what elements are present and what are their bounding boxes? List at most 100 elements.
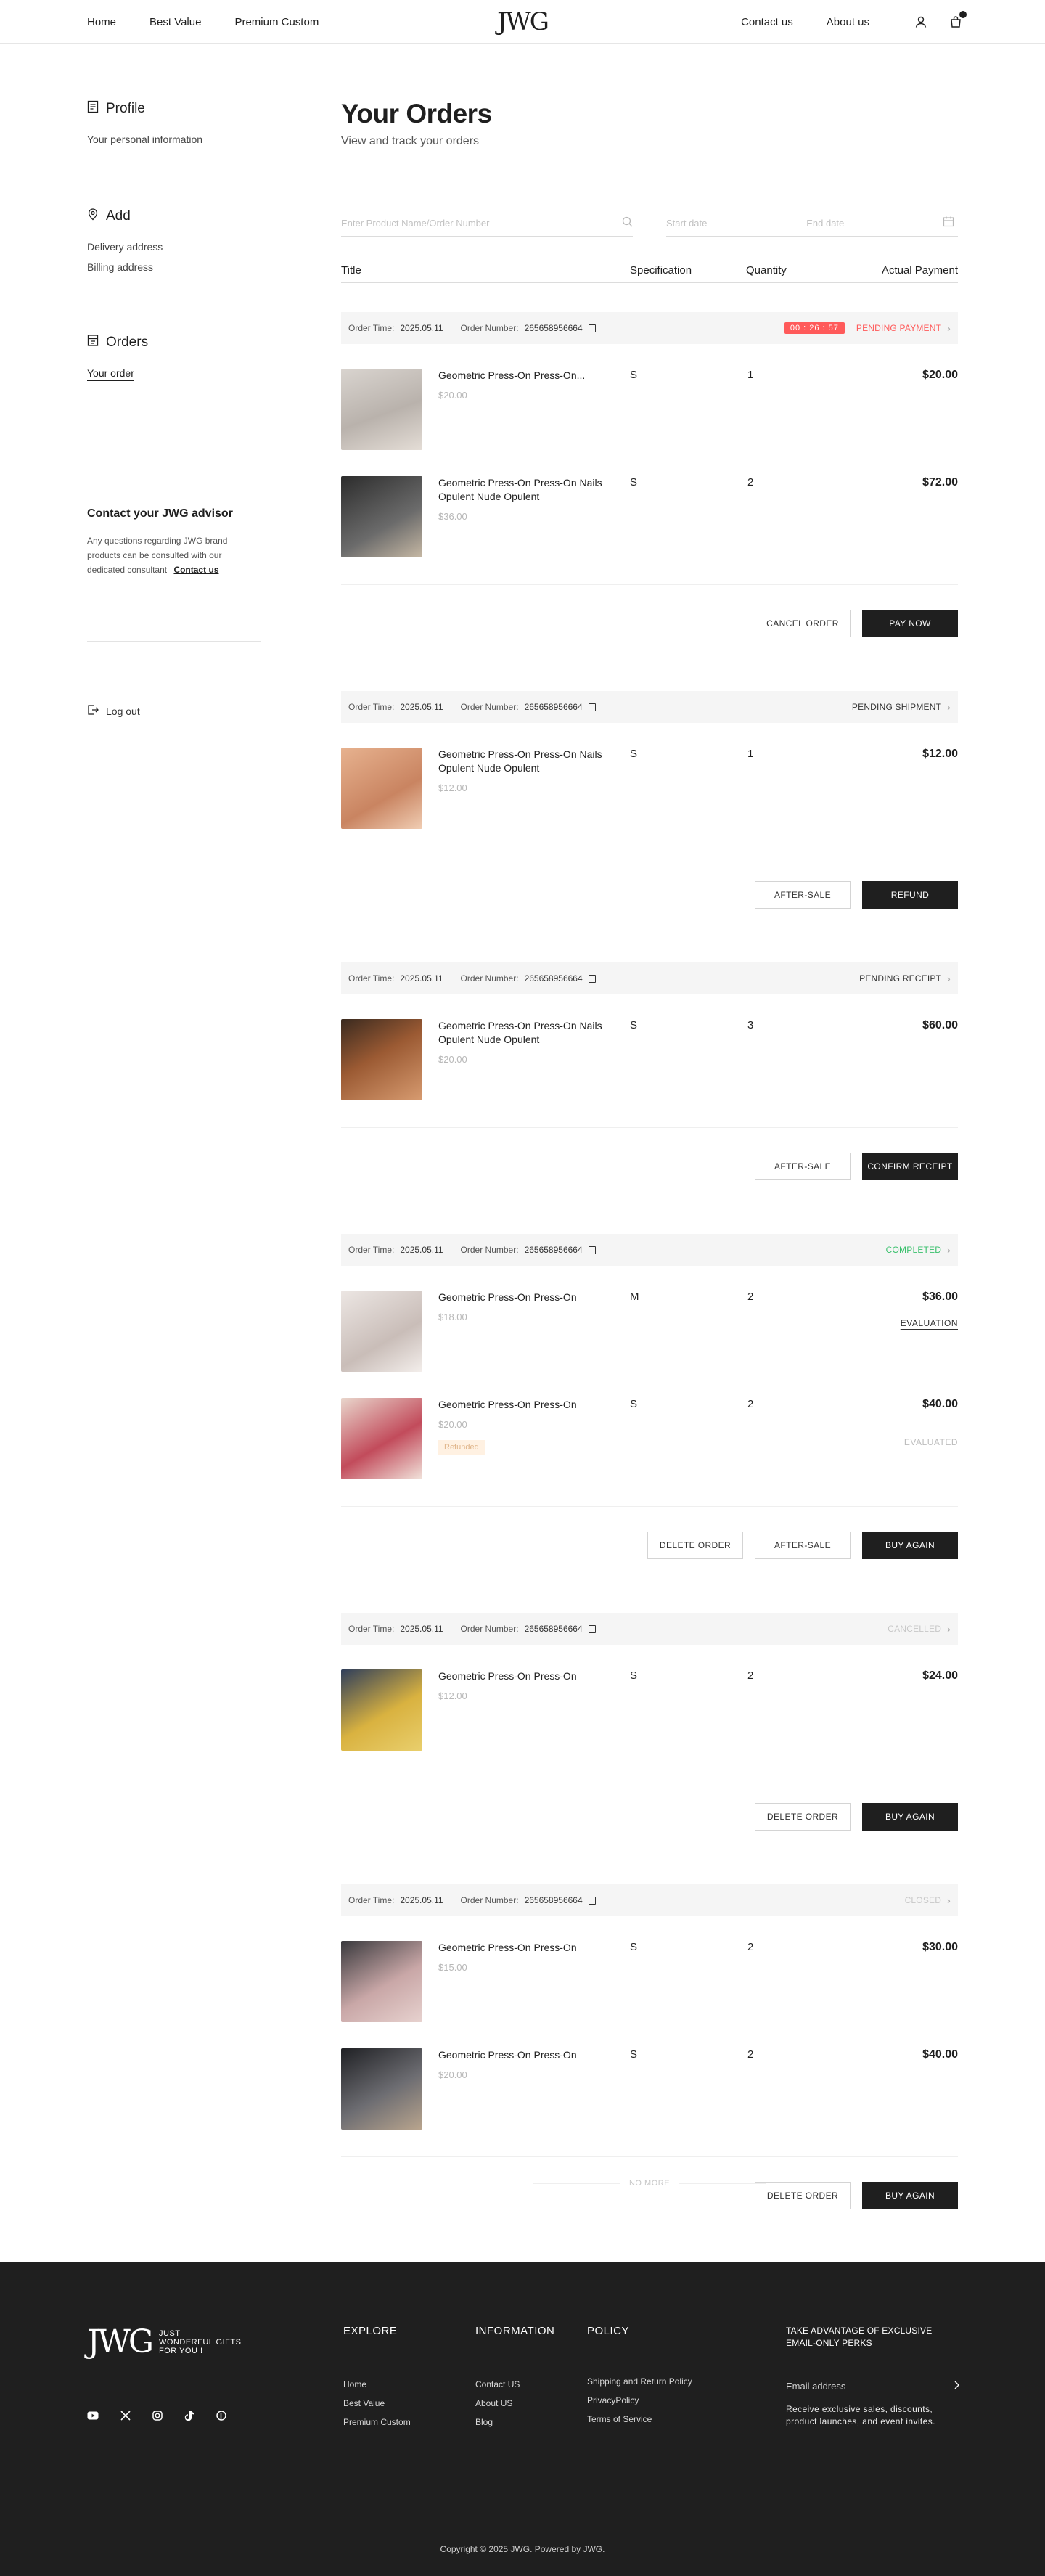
order-time: 2025.05.11 — [400, 1895, 443, 1905]
tiktok-icon[interactable] — [184, 2411, 194, 2424]
footer-link-best-value[interactable]: Best Value — [343, 2398, 411, 2408]
logout-button[interactable]: Log out — [87, 704, 261, 718]
product-name[interactable]: Geometric Press-On Press-On — [438, 1669, 630, 1683]
chevron-right-icon[interactable]: › — [947, 1244, 951, 1256]
product-image[interactable] — [341, 2048, 422, 2130]
order-status[interactable]: CANCELLED › — [888, 1623, 951, 1635]
order-number: 265658956664 — [524, 1624, 583, 1634]
instagram-icon[interactable] — [152, 2411, 163, 2424]
footer-link-premium-custom[interactable]: Premium Custom — [343, 2417, 411, 2427]
chevron-right-icon[interactable]: › — [947, 1894, 951, 1906]
product-name[interactable]: Geometric Press-On Press-On Nails Opulen… — [438, 1019, 630, 1047]
sidebar-billing-address[interactable]: Billing address — [87, 261, 261, 273]
product-unit-price: $18.00 — [438, 1312, 467, 1322]
footer-link-contact[interactable]: Contact US — [475, 2379, 554, 2389]
newsletter-email-field[interactable]: Email address — [786, 2376, 960, 2397]
product-name[interactable]: Geometric Press-On Press-On — [438, 2048, 630, 2062]
delete-order-button[interactable]: DELETE ORDER — [755, 1803, 851, 1831]
footer-link-about[interactable]: About US — [475, 2398, 554, 2408]
chevron-right-icon[interactable]: › — [947, 701, 951, 713]
add-heading[interactable]: Add — [87, 208, 261, 225]
start-date-input[interactable] — [666, 218, 790, 229]
product-name[interactable]: Geometric Press-On Press-On — [438, 1291, 630, 1304]
confirm-receipt-button[interactable]: CONFIRM RECEIPT — [862, 1153, 958, 1180]
product-image[interactable] — [341, 1669, 422, 1751]
footer-link-privacy[interactable]: PrivacyPolicy — [587, 2395, 692, 2405]
advisor-contact-link[interactable]: Contact us — [173, 565, 218, 575]
order-status[interactable]: COMPLETED › — [886, 1244, 951, 1256]
product-name[interactable]: Geometric Press-On Press-On Nails Opulen… — [438, 476, 630, 504]
order-status[interactable]: 00 : 26 : 57 PENDING PAYMENT › — [784, 322, 951, 334]
order-number-group: Order Number: 265658956664 — [461, 1245, 596, 1255]
footer-link-terms[interactable]: Terms of Service — [587, 2414, 692, 2424]
chevron-right-icon[interactable]: › — [947, 1623, 951, 1635]
product-name[interactable]: Geometric Press-On Press-On Nails Opulen… — [438, 748, 630, 775]
pinterest-icon[interactable] — [216, 2411, 226, 2424]
product-image[interactable] — [341, 1398, 422, 1479]
logout-label: Log out — [106, 705, 140, 717]
product-image[interactable] — [341, 476, 422, 557]
nav-premium-custom[interactable]: Premium Custom — [234, 16, 319, 28]
cart-icon[interactable] — [948, 11, 967, 30]
product-image[interactable] — [341, 369, 422, 450]
footer-link-shipping[interactable]: Shipping and Return Policy — [587, 2376, 692, 2387]
orders-heading[interactable]: Orders — [87, 334, 261, 351]
product-unit-price: $12.00 — [438, 782, 467, 793]
after-sale-button[interactable]: AFTER-SALE — [755, 1532, 851, 1559]
delete-order-button[interactable]: DELETE ORDER — [647, 1532, 743, 1559]
after-sale-button[interactable]: AFTER-SALE — [755, 881, 851, 909]
order-number-label: Order Number: — [460, 1245, 519, 1255]
search-icon[interactable] — [622, 216, 633, 231]
sidebar-delivery-address[interactable]: Delivery address — [87, 241, 261, 253]
copy-icon[interactable] — [588, 974, 596, 983]
date-separator: – — [795, 218, 801, 229]
order-status[interactable]: PENDING SHIPMENT › — [852, 701, 951, 713]
product-name[interactable]: Geometric Press-On Press-On — [438, 1941, 630, 1955]
order-header: Order Time: 2025.05.11 Order Number: 265… — [341, 1234, 958, 1266]
footer-link-blog[interactable]: Blog — [475, 2417, 554, 2427]
copy-icon[interactable] — [588, 324, 596, 332]
sidebar-your-order[interactable]: Your order — [87, 367, 134, 379]
nav-about-us[interactable]: About us — [827, 16, 869, 28]
cancel-order-button[interactable]: CANCEL ORDER — [755, 610, 851, 637]
profile-heading[interactable]: Profile — [87, 100, 261, 118]
order-status[interactable]: PENDING RECEIPT › — [859, 973, 951, 984]
after-sale-button[interactable]: AFTER-SALE — [755, 1153, 851, 1180]
search-input[interactable] — [341, 218, 622, 229]
nav-home[interactable]: Home — [87, 16, 116, 28]
copy-icon[interactable] — [588, 1246, 596, 1254]
refund-button[interactable]: REFUND — [862, 881, 958, 909]
copy-icon[interactable] — [588, 1896, 596, 1905]
profile-subtitle[interactable]: Your personal information — [87, 134, 261, 145]
nav-best-value[interactable]: Best Value — [149, 16, 201, 28]
pay-now-button[interactable]: PAY NOW — [862, 610, 958, 637]
end-date-input[interactable] — [806, 218, 938, 229]
calendar-icon[interactable] — [943, 216, 954, 231]
order-actions: DELETE ORDER AFTER-SALE BUY AGAIN — [341, 1507, 958, 1584]
product-name[interactable]: Geometric Press-On Press-On... — [438, 369, 630, 383]
user-icon[interactable] — [913, 14, 929, 30]
arrow-right-icon[interactable] — [953, 2381, 960, 2392]
youtube-icon[interactable] — [87, 2411, 99, 2424]
footer-link-home[interactable]: Home — [343, 2379, 411, 2389]
buy-again-button[interactable]: BUY AGAIN — [862, 1803, 958, 1831]
product-image[interactable] — [341, 748, 422, 829]
product-name[interactable]: Geometric Press-On Press-On — [438, 1398, 630, 1412]
product-image[interactable] — [341, 1941, 422, 2022]
product-quantity: 2 — [747, 1669, 754, 1682]
buy-again-button[interactable]: BUY AGAIN — [862, 1532, 958, 1559]
copy-icon[interactable] — [588, 703, 596, 711]
x-twitter-icon[interactable] — [120, 2411, 131, 2424]
evaluation-link[interactable]: EVALUATION — [901, 1318, 958, 1328]
product-image[interactable] — [341, 1291, 422, 1372]
chevron-right-icon[interactable]: › — [947, 973, 951, 984]
chevron-right-icon[interactable]: › — [947, 322, 951, 334]
nav-contact-us[interactable]: Contact us — [741, 16, 793, 28]
product-info: Geometric Press-On Press-On $18.00 — [422, 1291, 630, 1373]
footer-logo[interactable]: JWG JUST WONDERFUL GIFTS FOR YOU ! — [87, 2323, 241, 2360]
order-status[interactable]: CLOSED › — [905, 1894, 951, 1906]
brand-logo[interactable]: JWG — [497, 9, 549, 35]
copy-icon[interactable] — [588, 1624, 596, 1633]
product-image[interactable] — [341, 1019, 422, 1100]
col-title: Title — [341, 264, 361, 277]
